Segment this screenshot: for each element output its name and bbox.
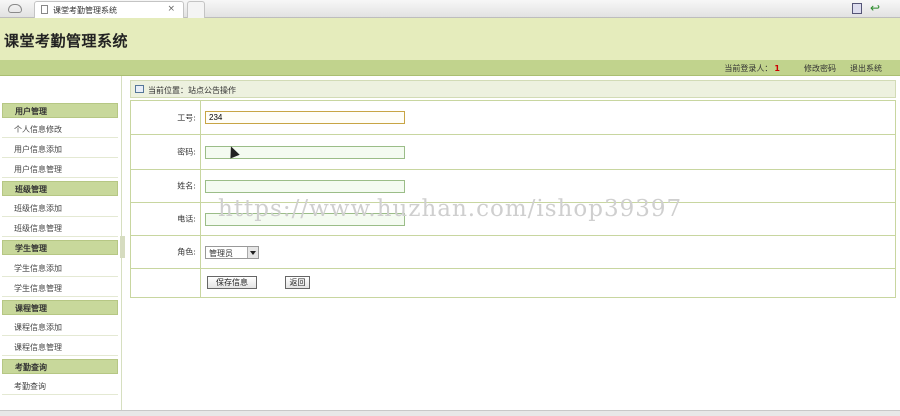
sidebar-item-label: 课程信息添加	[14, 323, 62, 332]
page-icon	[41, 5, 48, 14]
sidebar-item-label: 学生信息添加	[14, 264, 62, 273]
sidebar-item-label: 用户信息添加	[14, 145, 62, 154]
field-label: 角色:	[131, 236, 201, 268]
sidebar-item-class-add[interactable]: 班级信息添加	[2, 198, 118, 217]
role-selected-value: 管理员	[209, 249, 233, 258]
sidebar-item-student-add[interactable]: 学生信息添加	[2, 258, 118, 277]
sidebar-section-title: 用户管理	[15, 107, 47, 116]
sidebar-section-student[interactable]: 学生管理	[2, 240, 118, 255]
browser-tab-title: 课堂考勤管理系统	[53, 6, 117, 15]
field-label: 电话:	[131, 203, 201, 235]
sidebar-item-class-manage[interactable]: 班级信息管理	[2, 218, 118, 237]
form-row-password: 密码:	[131, 135, 895, 170]
sidebar-item-label: 考勤查询	[14, 382, 46, 391]
sidebar-section-title: 考勤查询	[15, 363, 47, 372]
field-label: 工号:	[131, 101, 201, 134]
current-user-name: 1	[774, 64, 780, 73]
browser-tab-strip: 课堂考勤管理系统 × ↩	[0, 0, 900, 18]
field-label: 密码:	[131, 135, 201, 169]
form-row-actions: 保存信息 返回	[131, 269, 895, 297]
app-header: 课堂考勤管理系统	[0, 18, 900, 60]
chevron-down-icon[interactable]	[247, 247, 258, 258]
sidebar-section-title: 班级管理	[15, 185, 47, 194]
sidebar-item-course-manage[interactable]: 课程信息管理	[2, 337, 118, 356]
sidebar-item-user-add[interactable]: 用户信息添加	[2, 139, 118, 158]
sidebar-item-profile-edit[interactable]: 个人信息修改	[2, 119, 118, 138]
watermark-text: https://www.huzhan.com/ishop39397	[218, 196, 683, 222]
back-button[interactable]: 返回	[285, 276, 310, 289]
empty-label-cell	[131, 269, 201, 297]
sidebar-item-student-manage[interactable]: 学生信息管理	[2, 278, 118, 297]
sidebar-section-class[interactable]: 班级管理	[2, 181, 118, 196]
role-label: 角色:	[177, 247, 196, 257]
new-tab-button[interactable]	[187, 1, 205, 18]
browser-status-bar	[0, 410, 900, 416]
sidebar-section-course[interactable]: 课程管理	[2, 300, 118, 315]
sidebar-item-user-manage[interactable]: 用户信息管理	[2, 159, 118, 178]
breadcrumb: 当前位置：站点公告操作	[130, 80, 896, 98]
sidebar-item-label: 班级信息管理	[14, 224, 62, 233]
sidebar-item-label: 课程信息管理	[14, 343, 62, 352]
sidebar-item-label: 学生信息管理	[14, 284, 62, 293]
name-input[interactable]	[205, 180, 405, 193]
id-label: 工号:	[177, 113, 196, 122]
sidebar-section-attendance[interactable]: 考勤查询	[2, 359, 118, 374]
phone-label: 电话:	[177, 214, 196, 224]
save-button[interactable]: 保存信息	[207, 276, 257, 289]
browser-tab[interactable]: 课堂考勤管理系统 ×	[34, 1, 184, 18]
sidebar-item-attendance-query[interactable]: 考勤查询	[2, 376, 118, 395]
sidebar-collapse-handle[interactable]	[120, 236, 125, 258]
sidebar-item-course-add[interactable]: 课程信息添加	[2, 317, 118, 336]
logout-link[interactable]: 退出系统	[850, 64, 882, 73]
app-title: 课堂考勤管理系统	[4, 32, 129, 50]
sidebar-item-label: 班级信息添加	[14, 204, 62, 213]
field-label: 姓名:	[131, 170, 201, 202]
role-select[interactable]: 管理员	[205, 246, 259, 259]
form-row-id: 工号:	[131, 101, 895, 135]
employee-id-input[interactable]	[205, 111, 405, 124]
back-arrow-icon[interactable]: ↩	[870, 1, 880, 15]
current-user-label: 当前登录人：	[724, 64, 773, 73]
form-row-role: 角色: 管理员	[131, 236, 895, 269]
main-panel: 当前位置：站点公告操作 工号: 密码: 姓名: 电话: 角色: 管理员	[130, 80, 896, 412]
sidebar-item-label: 个人信息修改	[14, 125, 62, 134]
password-label: 密码:	[177, 147, 196, 157]
window-icon	[135, 85, 144, 93]
breadcrumb-text: 当前位置：站点公告操作	[148, 86, 236, 95]
cloud-icon[interactable]	[8, 4, 22, 13]
close-tab-icon[interactable]: ×	[167, 4, 175, 14]
sidebar: 用户管理 个人信息修改 用户信息添加 用户信息管理 班级管理 班级信息添加 班级…	[0, 76, 122, 412]
sidebar-section-user[interactable]: 用户管理	[2, 103, 118, 118]
sidebar-item-label: 用户信息管理	[14, 165, 62, 174]
sidebar-section-title: 课程管理	[15, 304, 47, 313]
bookmark-icon[interactable]	[852, 3, 862, 14]
change-password-link[interactable]: 修改密码	[804, 64, 836, 73]
user-info: 当前登录人： 1 修改密码 退出系统	[724, 63, 882, 74]
sidebar-section-title: 学生管理	[15, 244, 47, 253]
name-label: 姓名:	[177, 181, 196, 191]
